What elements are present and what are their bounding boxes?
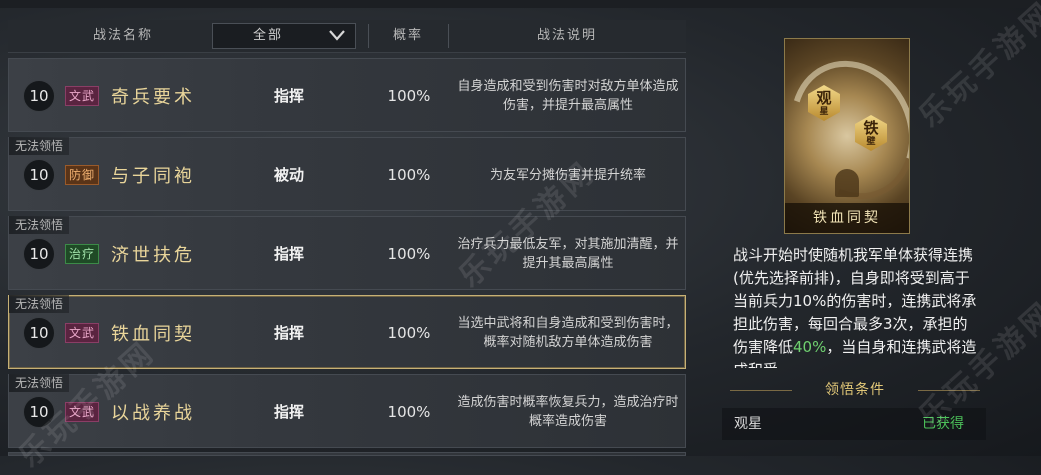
skill-rate: 100% [387,87,431,105]
table-header: 战法名称 全部 概率 战法说明 [8,20,686,53]
skill-rate: 100% [387,166,431,184]
skill-card: 观星 铁壁 铁血同契 [784,38,910,234]
col-header-name: 战法名称 [92,28,153,43]
skill-category-tag: 文武 [65,323,100,343]
skill-type: 指挥 [273,245,304,263]
skill-name: 与子同袍 [111,166,195,187]
skill-level: 10 [23,317,55,349]
skill-type: 指挥 [273,403,304,421]
top-bar [0,0,1041,8]
condition-name: 观星 [734,416,762,432]
skill-type: 指挥 [273,324,304,342]
status-badge: 无法领悟 [9,374,70,392]
highlight-value: 40% [793,338,827,356]
col-header-desc: 战法说明 [536,28,597,43]
category-filter-dropdown[interactable]: 全部 [212,23,356,49]
col-header-rate: 概率 [392,28,423,43]
skill-row[interactable]: 无法领悟 10 治疗 济世扶危 指挥 100% 治疗兵力最低友军，对其施加清醒，… [8,216,686,290]
skill-description: 当选中武将和自身造成和受到伤害时，概率对随机敌方单体造成伤害 [457,316,679,350]
skill-level: 10 [23,80,55,112]
skill-description: 自身造成和受到伤害时对敌方单体造成伤害，并提升最高属性 [457,79,679,113]
skill-category-tag: 文武 [65,86,100,106]
skill-name: 济世扶危 [111,245,195,266]
status-badge: 无法领悟 [9,295,70,313]
divider [448,24,449,48]
skill-type: 指挥 [273,87,304,105]
skill-rate: 100% [387,403,431,421]
skill-type: 被动 [273,166,304,184]
card-skill-name: 铁血同契 [785,203,909,233]
skill-rate: 100% [387,245,431,263]
skill-category-tag: 防御 [65,165,100,185]
skill-row-partial[interactable] [8,452,686,456]
chevron-down-icon [329,30,345,41]
status-badge: 无法领悟 [9,216,70,234]
skill-name: 奇兵要术 [111,87,195,108]
skill-description: 造成伤害时概率恢复兵力，造成治疗时概率造成伤害 [457,395,679,429]
skill-category-tag: 治疗 [65,244,100,264]
figure-art [835,169,859,197]
status-badge: 无法领悟 [9,137,70,155]
watermark: 乐玩手游网 [912,0,1041,135]
filter-value: 全部 [252,28,283,43]
skill-detail-text: 战斗开始时使随机我军单体获得连携(优先选择前排)，自身即将受到高于当前兵力10%… [733,246,977,368]
skill-rate: 100% [387,324,431,342]
skill-row[interactable]: 10 文武 奇兵要术 指挥 100% 自身造成和受到伤害时对敌方单体造成伤害，并… [8,58,686,132]
skill-name: 以战养战 [111,403,195,424]
skill-level: 10 [23,238,55,270]
skill-level: 10 [23,159,55,191]
